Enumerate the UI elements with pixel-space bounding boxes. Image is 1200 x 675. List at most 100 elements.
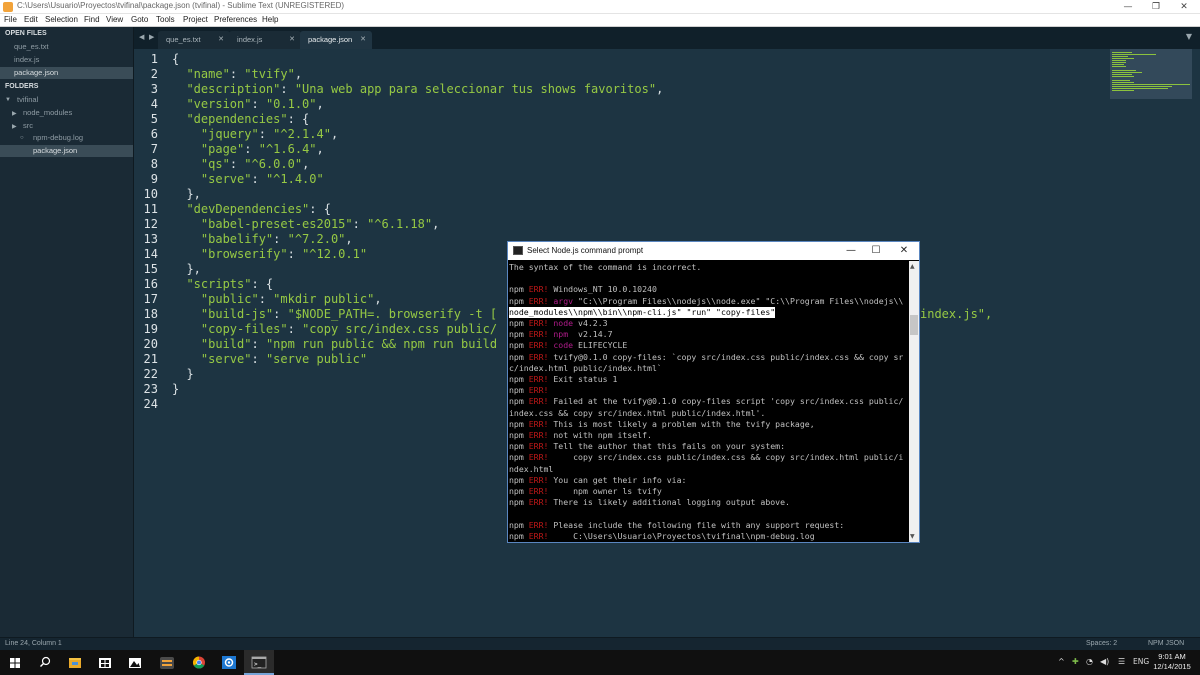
- line-number: 2: [150, 67, 158, 81]
- wifi-icon[interactable]: ◔: [1086, 657, 1093, 666]
- scroll-up-icon[interactable]: ▲: [910, 263, 915, 270]
- menu-preferences[interactable]: Preferences: [214, 15, 257, 24]
- syntax-setting[interactable]: NPM JSON: [1148, 640, 1184, 647]
- cmd-line: npm ERR! This is most likely a problem w…: [509, 418, 815, 429]
- cmd-line: npm ERR! You can get their info via:: [509, 474, 687, 485]
- cursor-position: Line 24, Column 1: [5, 640, 62, 647]
- close-button[interactable]: ✕: [1170, 0, 1198, 14]
- cmd-window[interactable]: Select Node.js command prompt — ☐ ✕ The …: [507, 241, 920, 543]
- line-number: 6: [150, 127, 158, 141]
- line-number: 4: [150, 97, 158, 111]
- line-number: 21: [143, 352, 158, 366]
- tab-prev-icon[interactable]: ◀: [139, 33, 144, 41]
- menu-help[interactable]: Help: [262, 15, 278, 24]
- maximize-button[interactable]: ❐: [1142, 0, 1170, 14]
- store-icon[interactable]: [90, 650, 120, 675]
- cmd-line: npm ERR! npm owner ls tvify: [509, 486, 662, 496]
- close-icon[interactable]: ✕: [218, 35, 224, 43]
- language-indicator[interactable]: ENG: [1133, 657, 1149, 666]
- scroll-thumb[interactable]: [910, 315, 918, 335]
- open-file-package-json[interactable]: package.json: [0, 67, 133, 79]
- tab-bar: ◀ ▶ que_es.txt ✕ index.js ✕ package.json…: [134, 27, 1200, 49]
- code-overflow-text: index.js",: [920, 307, 993, 321]
- cmd-minimize-button[interactable]: —: [839, 243, 863, 259]
- notification-icon[interactable]: ☰: [1118, 657, 1125, 666]
- sidebar: OPEN FILES que_es.txt index.js package.j…: [0, 27, 134, 637]
- tab-que-es[interactable]: que_es.txt ✕: [158, 31, 230, 49]
- tray-app-icon[interactable]: ✚: [1072, 657, 1079, 666]
- tab-label: que_es.txt: [166, 35, 201, 44]
- cmd-icon[interactable]: >_: [244, 650, 274, 675]
- menu-project[interactable]: Project: [183, 15, 208, 24]
- minimap[interactable]: [1110, 49, 1192, 99]
- menu-find[interactable]: Find: [84, 15, 100, 24]
- code-line: }: [172, 382, 180, 396]
- cmd-app-icon: [513, 246, 523, 255]
- folder-tvifinal[interactable]: tvifinal: [0, 94, 133, 106]
- tab-index-js[interactable]: index.js ✕: [229, 31, 301, 49]
- folder-src[interactable]: src: [0, 120, 133, 132]
- search-icon[interactable]: [30, 650, 60, 675]
- code-line: "build-js": "$NODE_PATH=. browserify -t …: [200, 307, 505, 321]
- sublime-text-icon[interactable]: [152, 650, 182, 675]
- folder-node-modules[interactable]: node_modules: [0, 107, 133, 119]
- close-icon[interactable]: ✕: [360, 35, 366, 43]
- tray-expand-icon[interactable]: ^: [1058, 657, 1065, 666]
- menu-view[interactable]: View: [106, 15, 123, 24]
- line-number: 1: [150, 52, 158, 66]
- line-number: 3: [150, 82, 158, 96]
- open-file-que-es[interactable]: que_es.txt: [0, 41, 133, 53]
- line-number: 17: [143, 292, 158, 306]
- cmd-line: npm ERR! copy src/index.css public/index…: [509, 452, 904, 463]
- tab-package-json[interactable]: package.json ✕: [300, 31, 372, 49]
- scroll-down-icon[interactable]: ▼: [910, 533, 915, 540]
- menu-file[interactable]: File: [4, 15, 17, 24]
- line-number: 13: [143, 232, 158, 246]
- menu-edit[interactable]: Edit: [24, 15, 38, 24]
- cmd-line: npm ERR! Tell the author that this fails…: [509, 441, 786, 452]
- line-number: 8: [150, 157, 158, 171]
- window-titlebar: C:\Users\Usuario\Proyectos\tvifinal\pack…: [0, 0, 1200, 14]
- menu-tools[interactable]: Tools: [156, 15, 175, 24]
- menu-selection[interactable]: Selection: [45, 15, 78, 24]
- tab-dropdown-icon[interactable]: ▼: [1186, 32, 1192, 41]
- code-line: "browserify": "^12.0.1": [200, 247, 368, 261]
- clock[interactable]: 9:01 AM 12/14/2015: [1150, 652, 1194, 672]
- close-icon[interactable]: ✕: [289, 35, 295, 43]
- code-line: "qs": "^6.0.0",: [200, 157, 310, 171]
- code-line: "devDependencies": {: [186, 202, 331, 216]
- file-explorer-icon[interactable]: [60, 650, 90, 675]
- cmd-title: Select Node.js command prompt: [527, 246, 644, 255]
- line-number: 11: [143, 202, 158, 216]
- cmd-line: The syntax of the command is incorrect.: [509, 262, 702, 272]
- line-number: 15: [143, 262, 158, 276]
- open-file-index-js[interactable]: index.js: [0, 54, 133, 66]
- file-npm-debug-log[interactable]: npm-debug.log: [0, 132, 133, 144]
- volume-icon[interactable]: ◀): [1100, 657, 1109, 666]
- file-package-json[interactable]: package.json: [0, 145, 133, 157]
- windows-icon[interactable]: [0, 650, 30, 675]
- menu-goto[interactable]: Goto: [131, 15, 148, 24]
- minimize-button[interactable]: —: [1114, 0, 1142, 14]
- code-line: "description": "Una web app para selecci…: [186, 82, 664, 96]
- line-number: 9: [150, 172, 158, 186]
- line-number: 20: [143, 337, 158, 351]
- cmd-output[interactable]: The syntax of the command is incorrect. n…: [509, 261, 909, 542]
- code-line: "babel-preset-es2015": "^6.1.18",: [200, 217, 440, 231]
- cmd-maximize-button[interactable]: ☐: [864, 243, 888, 259]
- code-line: "serve": "^1.4.0": [200, 172, 324, 186]
- indentation-setting[interactable]: Spaces: 2: [1086, 640, 1117, 647]
- cmd-close-button[interactable]: ✕: [892, 243, 916, 259]
- code-line: "build": "npm run public && npm run buil…: [200, 337, 498, 351]
- cmd-line: ndex.html: [509, 463, 554, 474]
- photos-icon[interactable]: [120, 650, 150, 675]
- cmd-titlebar[interactable]: Select Node.js command prompt — ☐ ✕: [508, 242, 919, 260]
- cmd-scrollbar[interactable]: ▲ ▼: [909, 261, 919, 542]
- line-number: 19: [143, 322, 158, 336]
- cmd-line: c/index.html public/index.html`: [509, 362, 662, 373]
- code-line: "serve": "serve public": [200, 352, 368, 366]
- settings-icon[interactable]: [214, 650, 244, 675]
- tab-next-icon[interactable]: ▶: [149, 33, 154, 41]
- code-line: }: [172, 367, 194, 381]
- chrome-icon[interactable]: [184, 650, 214, 675]
